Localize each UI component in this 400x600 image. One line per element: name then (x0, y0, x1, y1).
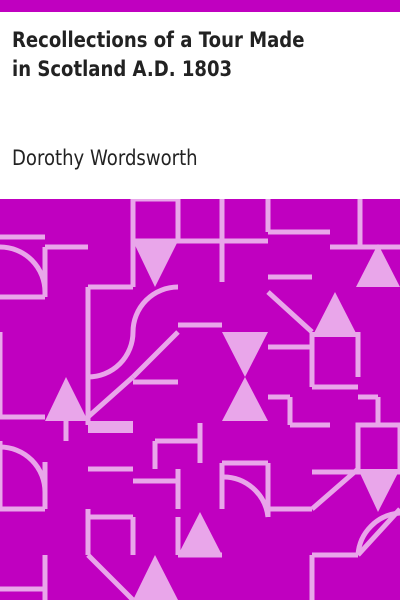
book-cover: Recollections of a Tour Made in Scotland… (0, 0, 400, 600)
book-title: Recollections of a Tour Made in Scotland… (12, 28, 305, 81)
top-accent-band (0, 0, 400, 12)
book-author: Dorothy Wordsworth (12, 146, 198, 170)
cover-pattern (0, 199, 400, 600)
